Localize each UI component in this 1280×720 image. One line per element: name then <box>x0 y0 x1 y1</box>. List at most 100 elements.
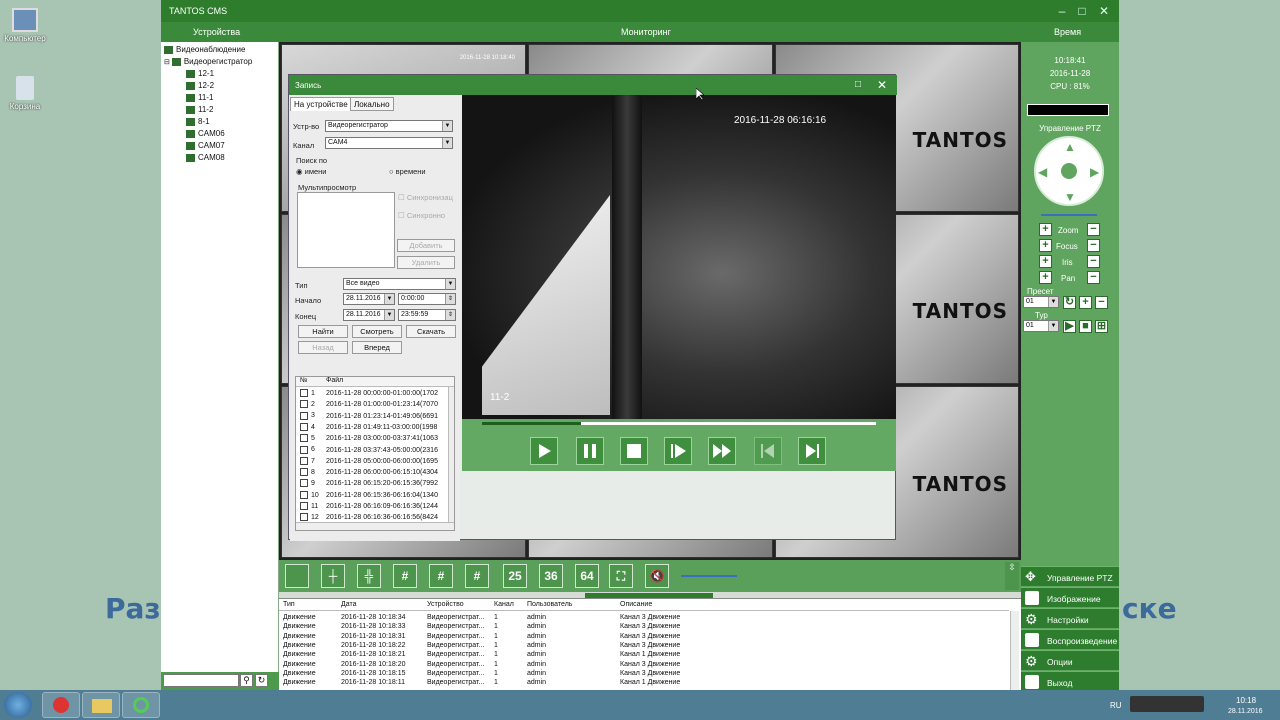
layout-36-button[interactable]: 36 <box>539 564 563 588</box>
tray-icons[interactable] <box>1130 696 1204 712</box>
progress-track[interactable] <box>482 422 876 425</box>
focus-in-icon[interactable]: + <box>1039 239 1052 252</box>
tab-monitoring[interactable]: Мониторинг <box>621 27 671 37</box>
menu-ptz[interactable]: ✥ Управление PTZ <box>1021 566 1119 586</box>
file-checkbox[interactable] <box>300 445 308 454</box>
layout-13-icon[interactable]: # <box>429 564 453 588</box>
layout-64-button[interactable]: 64 <box>575 564 599 588</box>
fullscreen-icon[interactable]: ⛶ <box>609 564 633 588</box>
tree-search-input[interactable] <box>163 674 239 687</box>
zoom-out-icon[interactable]: − <box>1087 223 1100 236</box>
find-button[interactable]: Найти <box>298 325 348 338</box>
layout-9-icon[interactable]: # <box>393 564 417 588</box>
clock-date[interactable]: 28.11.2016 <box>1228 708 1263 715</box>
tree-channel[interactable]: 12-1 <box>186 69 214 78</box>
arrow-down-icon[interactable]: ▼ <box>1064 190 1076 204</box>
channel-select[interactable]: CAM4 ▼ <box>325 137 453 149</box>
arrow-left-icon[interactable]: ◀ <box>1038 165 1047 179</box>
menu-options[interactable]: ⚙ Опции <box>1021 650 1119 670</box>
file-checkbox[interactable] <box>300 456 308 465</box>
file-checkbox[interactable] <box>300 513 308 522</box>
mute-icon[interactable]: 🔇 <box>645 564 669 588</box>
file-checkbox[interactable] <box>300 490 308 499</box>
file-checkbox[interactable] <box>300 434 308 443</box>
menu-playback[interactable]: Воспроизведение <box>1021 629 1119 649</box>
play-icon[interactable] <box>530 437 558 465</box>
preset-select[interactable]: 01 ▼ <box>1023 296 1059 308</box>
file-row[interactable]: 6 2016-11-28 03:37:43-05:00:00(2316 <box>296 445 438 457</box>
file-list-hscrollbar[interactable] <box>296 522 454 530</box>
file-row[interactable]: 3 2016-11-28 01:23:14-01:49:06(6691 <box>296 411 438 423</box>
preset-remove-icon[interactable]: − <box>1095 296 1108 309</box>
file-row[interactable]: 5 2016-11-28 03:00:00-03:37:41(1063 <box>296 434 438 445</box>
start-date-picker[interactable]: 28.11.2016 ▼ <box>343 293 395 305</box>
tree-root[interactable]: Видеонаблюдение <box>164 45 245 54</box>
tree-channel[interactable]: 12-2 <box>186 81 214 90</box>
search-icon[interactable]: ⚲ <box>240 674 253 687</box>
layout-6-icon[interactable]: ╬ <box>357 564 381 588</box>
minimize-icon[interactable]: – <box>1055 4 1069 18</box>
file-list-scrollbar[interactable] <box>448 387 454 522</box>
previous-file-icon[interactable] <box>754 437 782 465</box>
end-time-input[interactable]: 23:59:59 ⇕ <box>398 309 456 321</box>
ptz-direction-pad[interactable]: ▲ ▼ ◀ ▶ <box>1034 136 1104 206</box>
maximize-icon[interactable]: □ <box>1075 4 1089 18</box>
menu-exit[interactable]: Выход <box>1021 671 1119 691</box>
file-row[interactable]: 11 2016-11-28 06:16:09-06:16:36(1244 <box>296 502 438 513</box>
type-select[interactable]: Все видео ▼ <box>343 278 456 290</box>
file-checkbox[interactable] <box>300 479 308 488</box>
layout-16-icon[interactable]: # <box>465 564 489 588</box>
taskbar-cms-icon[interactable] <box>122 692 160 718</box>
video-player[interactable]: 2016-11-28 06:16:16 11-2 <box>462 95 896 469</box>
taskbar-record-app-icon[interactable] <box>42 692 80 718</box>
next-file-icon[interactable] <box>798 437 826 465</box>
events-scrollbar[interactable] <box>1010 611 1019 699</box>
refresh-icon[interactable]: ↻ <box>255 674 268 687</box>
tour-play-icon[interactable]: ▶ <box>1063 320 1076 333</box>
layout-25-button[interactable]: 25 <box>503 564 527 588</box>
tab-on-device[interactable]: На устройстве <box>290 97 352 111</box>
file-row[interactable]: 8 2016-11-28 06:00:00-06:15:10(4304 <box>296 468 438 479</box>
multi-view-list[interactable] <box>297 192 395 268</box>
fast-forward-icon[interactable] <box>708 437 736 465</box>
tab-time[interactable]: Время <box>1054 27 1081 37</box>
zoom-in-icon[interactable]: + <box>1039 223 1052 236</box>
stop-icon[interactable] <box>620 437 648 465</box>
tree-channel[interactable]: CAM06 <box>186 129 225 138</box>
arrow-up-icon[interactable]: ▲ <box>1064 140 1076 154</box>
tree-channel[interactable]: CAM07 <box>186 141 225 150</box>
tree-channel[interactable]: CAM08 <box>186 153 225 162</box>
add-button[interactable]: Добавить <box>397 239 455 252</box>
ptz-center-icon[interactable] <box>1061 163 1077 179</box>
maximize-icon[interactable]: □ <box>855 79 861 90</box>
layout-4-icon[interactable]: ┼ <box>321 564 345 588</box>
ptz-speed-slider[interactable] <box>1041 214 1097 216</box>
file-row[interactable]: 4 2016-11-28 01:49:11-03:00:00(1998 <box>296 422 437 434</box>
taskbar-explorer-icon[interactable] <box>82 692 120 718</box>
close-icon[interactable]: ✕ <box>877 78 887 92</box>
tree-dvr[interactable]: ⊟ Видеорегистратор <box>164 57 252 66</box>
menu-image[interactable]: Изображение <box>1021 587 1119 607</box>
sync-checkbox[interactable]: ☐ Синхронизац <box>398 193 453 202</box>
layout-1-icon[interactable] <box>285 564 309 588</box>
file-checkbox[interactable] <box>300 422 308 431</box>
file-checkbox[interactable] <box>300 400 308 409</box>
clock-time[interactable]: 10:18 <box>1236 696 1256 705</box>
file-row[interactable]: 7 2016-11-28 05:00:00-06:00:00(1695 <box>296 456 438 468</box>
file-row[interactable]: 9 2016-11-28 06:15:20-06:15:36(7992 <box>296 479 438 490</box>
file-checkbox[interactable] <box>300 411 308 420</box>
file-checkbox[interactable] <box>300 468 308 477</box>
language-indicator[interactable]: RU <box>1110 701 1122 710</box>
start-button-icon[interactable] <box>4 692 32 718</box>
device-select[interactable]: Видеорегистратор ▼ <box>325 120 453 132</box>
file-row[interactable]: 1 2016-11-28 00:00:00-01:00:00(1702 <box>296 389 438 400</box>
tree-channel[interactable]: 8-1 <box>186 117 210 126</box>
tour-select[interactable]: 01 ▼ <box>1023 320 1059 332</box>
view-button[interactable]: Смотреть <box>352 325 402 338</box>
file-checkbox[interactable] <box>300 502 308 510</box>
tour-stop-icon[interactable]: ■ <box>1079 320 1092 333</box>
tab-devices[interactable]: Устройства <box>193 27 240 37</box>
pause-icon[interactable] <box>576 437 604 465</box>
pan-plus-icon[interactable]: + <box>1039 271 1052 284</box>
arrow-right-icon[interactable]: ▶ <box>1090 165 1099 179</box>
